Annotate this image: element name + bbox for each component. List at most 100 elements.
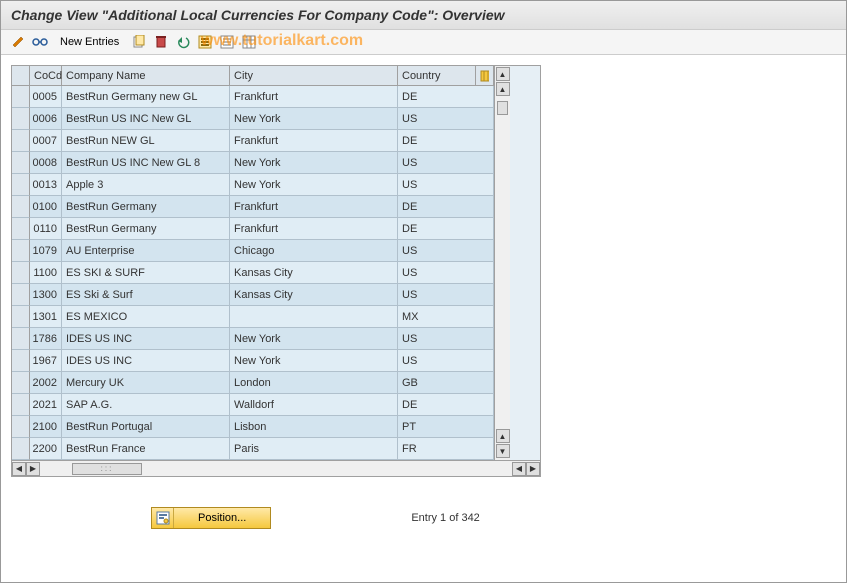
table-row[interactable]: 1100ES SKI & SURFKansas CityUS: [12, 262, 494, 284]
cell-cocd[interactable]: 0110: [30, 218, 62, 240]
header-config-icon[interactable]: [476, 66, 494, 86]
cell-city[interactable]: New York: [230, 328, 398, 350]
cell-cocd[interactable]: 1079: [30, 240, 62, 262]
cell-city[interactable]: Kansas City: [230, 262, 398, 284]
cell-cocd[interactable]: 0013: [30, 174, 62, 196]
cell-country[interactable]: US: [398, 174, 494, 196]
row-selector[interactable]: [12, 394, 30, 416]
cell-cocd[interactable]: 2021: [30, 394, 62, 416]
table-row[interactable]: 0008BestRun US INC New GL 8New YorkUS: [12, 152, 494, 174]
cell-country[interactable]: GB: [398, 372, 494, 394]
cell-company-name[interactable]: IDES US INC: [62, 328, 230, 350]
delete-icon[interactable]: [152, 33, 170, 51]
scroll-up-button[interactable]: ▲: [496, 67, 510, 81]
cell-city[interactable]: Frankfurt: [230, 130, 398, 152]
cell-cocd[interactable]: 1967: [30, 350, 62, 372]
table-row[interactable]: 1786IDES US INCNew YorkUS: [12, 328, 494, 350]
cell-country[interactable]: US: [398, 284, 494, 306]
cell-city[interactable]: Walldorf: [230, 394, 398, 416]
cell-country[interactable]: DE: [398, 86, 494, 108]
cell-country[interactable]: PT: [398, 416, 494, 438]
scroll-right-button-2[interactable]: ◀: [512, 462, 526, 476]
row-selector[interactable]: [12, 372, 30, 394]
scroll-down-button-2[interactable]: ▲: [496, 429, 510, 443]
table-row[interactable]: 1079AU EnterpriseChicagoUS: [12, 240, 494, 262]
cell-cocd[interactable]: 2200: [30, 438, 62, 460]
cell-company-name[interactable]: BestRun Germany new GL: [62, 86, 230, 108]
table-row[interactable]: 1300ES Ski & SurfKansas CityUS: [12, 284, 494, 306]
table-row[interactable]: 0005BestRun Germany new GLFrankfurtDE: [12, 86, 494, 108]
cell-company-name[interactable]: ES MEXICO: [62, 306, 230, 328]
cell-cocd[interactable]: 1100: [30, 262, 62, 284]
table-row[interactable]: 2200BestRun FranceParisFR: [12, 438, 494, 460]
vscroll-track[interactable]: [497, 96, 508, 430]
table-row[interactable]: 2002Mercury UKLondonGB: [12, 372, 494, 394]
cell-company-name[interactable]: BestRun Germany: [62, 218, 230, 240]
cell-cocd[interactable]: 0006: [30, 108, 62, 130]
cell-country[interactable]: US: [398, 152, 494, 174]
cell-country[interactable]: US: [398, 240, 494, 262]
cell-country[interactable]: DE: [398, 130, 494, 152]
cell-company-name[interactable]: AU Enterprise: [62, 240, 230, 262]
table-row[interactable]: 0110BestRun GermanyFrankfurtDE: [12, 218, 494, 240]
cell-cocd[interactable]: 2100: [30, 416, 62, 438]
cell-city[interactable]: Paris: [230, 438, 398, 460]
row-selector[interactable]: [12, 174, 30, 196]
cell-city[interactable]: Frankfurt: [230, 86, 398, 108]
table-row[interactable]: 1301ES MEXICO MX: [12, 306, 494, 328]
row-selector[interactable]: [12, 196, 30, 218]
table-row[interactable]: 1967IDES US INCNew YorkUS: [12, 350, 494, 372]
deselect-all-icon[interactable]: [218, 33, 236, 51]
scroll-down-button[interactable]: ▼: [496, 444, 510, 458]
cell-cocd[interactable]: 2002: [30, 372, 62, 394]
position-button[interactable]: Position...: [151, 507, 271, 529]
cell-country[interactable]: US: [398, 108, 494, 130]
cell-company-name[interactable]: IDES US INC: [62, 350, 230, 372]
horizontal-scrollbar[interactable]: ◀ ▶ ::: ◀ ▶: [12, 460, 540, 476]
cell-company-name[interactable]: Mercury UK: [62, 372, 230, 394]
scroll-left-button-2[interactable]: ▶: [26, 462, 40, 476]
cell-city[interactable]: London: [230, 372, 398, 394]
header-country[interactable]: Country: [398, 66, 476, 86]
cell-company-name[interactable]: BestRun France: [62, 438, 230, 460]
cell-cocd[interactable]: 1301: [30, 306, 62, 328]
scroll-right-button[interactable]: ▶: [526, 462, 540, 476]
cell-country[interactable]: DE: [398, 218, 494, 240]
table-row[interactable]: 2100BestRun PortugalLisbonPT: [12, 416, 494, 438]
cell-company-name[interactable]: BestRun NEW GL: [62, 130, 230, 152]
cell-city[interactable]: Chicago: [230, 240, 398, 262]
cell-city[interactable]: New York: [230, 350, 398, 372]
cell-city[interactable]: New York: [230, 152, 398, 174]
header-cocd[interactable]: CoCd: [30, 66, 62, 86]
new-entries-button[interactable]: New Entries: [53, 33, 126, 51]
row-selector[interactable]: [12, 438, 30, 460]
cell-country[interactable]: US: [398, 350, 494, 372]
row-selector[interactable]: [12, 108, 30, 130]
cell-cocd[interactable]: 1300: [30, 284, 62, 306]
toggle-display-icon[interactable]: [9, 33, 27, 51]
cell-cocd[interactable]: 0008: [30, 152, 62, 174]
cell-city[interactable]: Frankfurt: [230, 196, 398, 218]
row-selector[interactable]: [12, 306, 30, 328]
cell-country[interactable]: MX: [398, 306, 494, 328]
cell-company-name[interactable]: Apple 3: [62, 174, 230, 196]
glasses-icon[interactable]: [31, 33, 49, 51]
cell-city[interactable]: Lisbon: [230, 416, 398, 438]
row-selector[interactable]: [12, 130, 30, 152]
table-row[interactable]: 0100BestRun GermanyFrankfurtDE: [12, 196, 494, 218]
scroll-left-button[interactable]: ◀: [12, 462, 26, 476]
hscroll-track[interactable]: :::: [42, 463, 510, 475]
undo-icon[interactable]: [174, 33, 192, 51]
cell-company-name[interactable]: BestRun Portugal: [62, 416, 230, 438]
row-selector[interactable]: [12, 218, 30, 240]
cell-cocd[interactable]: 1786: [30, 328, 62, 350]
cell-city[interactable]: Frankfurt: [230, 218, 398, 240]
table-row[interactable]: 0013Apple 3New YorkUS: [12, 174, 494, 196]
copy-icon[interactable]: [130, 33, 148, 51]
table-settings-icon[interactable]: [240, 33, 258, 51]
cell-city[interactable]: New York: [230, 108, 398, 130]
cell-company-name[interactable]: ES SKI & SURF: [62, 262, 230, 284]
row-selector[interactable]: [12, 328, 30, 350]
row-selector[interactable]: [12, 240, 30, 262]
cell-company-name[interactable]: SAP A.G.: [62, 394, 230, 416]
